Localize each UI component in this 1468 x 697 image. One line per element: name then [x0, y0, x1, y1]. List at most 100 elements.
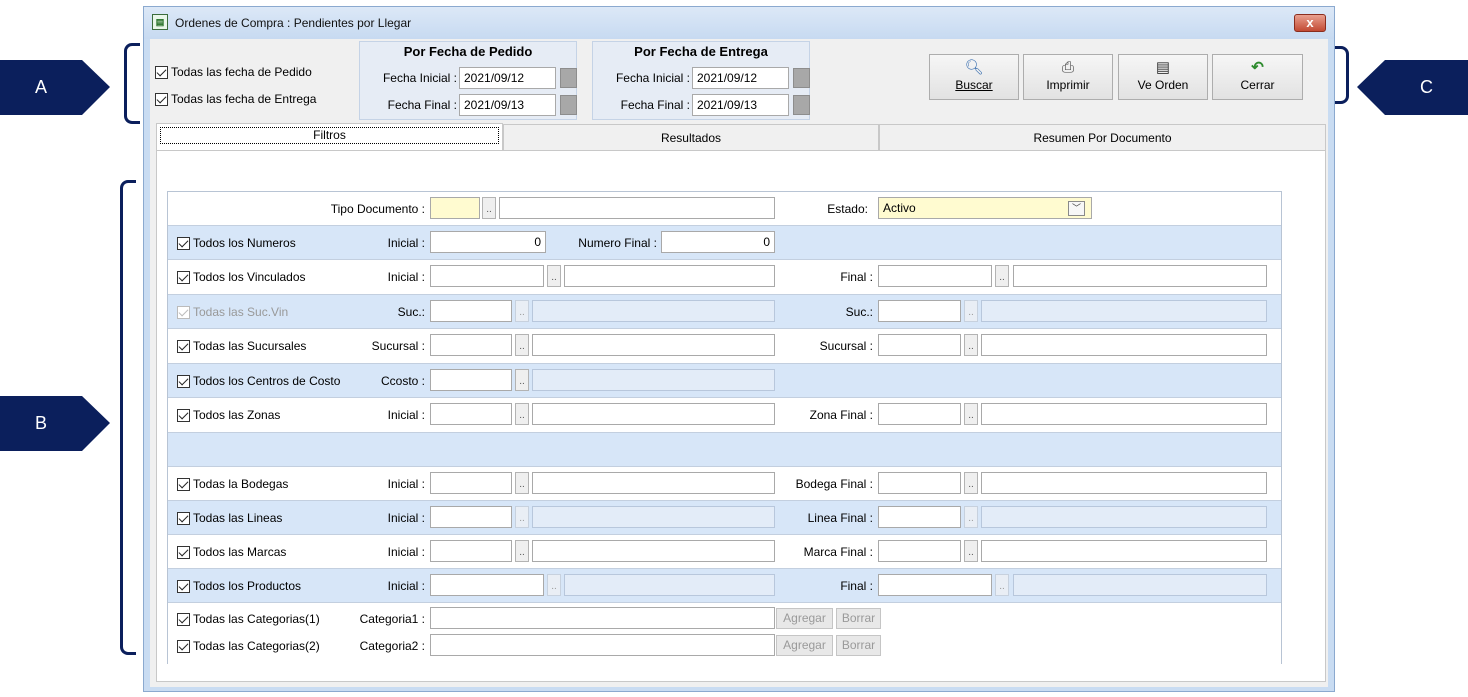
productos-inicial-code[interactable]: [430, 574, 544, 596]
pedido-fecha-inicial-picker[interactable]: [560, 68, 577, 88]
suc-vin-lookup-2[interactable]: ..: [964, 300, 978, 322]
zona-final-desc[interactable]: [981, 403, 1267, 425]
checkbox[interactable]: [177, 639, 190, 653]
callout-a-label: A: [34, 77, 47, 97]
bodega-final-code[interactable]: [878, 472, 961, 494]
tab-resumen-documento[interactable]: Resumen Por Documento: [879, 124, 1326, 152]
checkbox[interactable]: [177, 545, 190, 559]
vinculados-final-input[interactable]: [878, 265, 992, 287]
close-button[interactable]: x: [1294, 14, 1326, 32]
chk-todos-vinculados[interactable]: Todos los Vinculados: [177, 270, 306, 284]
marcas-inicial-desc[interactable]: [532, 540, 775, 562]
suc-vin-lookup-1[interactable]: ..: [515, 300, 529, 322]
bodegas-inicial-lookup[interactable]: ..: [515, 472, 529, 494]
entrega-fecha-inicial-picker[interactable]: [793, 68, 810, 88]
sucursal-desc-2[interactable]: [981, 334, 1267, 356]
sucursal-lookup-1[interactable]: ..: [515, 334, 529, 356]
chk-todos-productos[interactable]: Todos los Productos: [177, 579, 301, 593]
numeros-inicial-input[interactable]: 0: [430, 231, 546, 253]
vinculados-inicial-desc[interactable]: [564, 265, 775, 287]
lineas-inicial-code[interactable]: [430, 506, 512, 528]
entrega-fecha-final-input[interactable]: 2021/09/13: [692, 94, 789, 116]
estado-select[interactable]: Activo ﹀: [878, 197, 1092, 219]
linea-final-code[interactable]: [878, 506, 961, 528]
tipo-documento-lookup-button[interactable]: ..: [482, 197, 496, 219]
cerrar-button[interactable]: ↶ Cerrar: [1212, 54, 1303, 100]
productos-final-code[interactable]: [878, 574, 992, 596]
chk-todas-sucursales[interactable]: Todas las Sucursales: [177, 339, 306, 353]
productos-final-lookup[interactable]: ..: [995, 574, 1009, 596]
suc-vin-code-1[interactable]: [430, 300, 512, 322]
checkbox[interactable]: [177, 511, 190, 525]
categoria2-borrar-button[interactable]: Borrar: [836, 635, 881, 656]
chk-todas-fecha-entrega[interactable]: Todas las fecha de Entrega: [155, 92, 316, 106]
checkbox[interactable]: [177, 579, 190, 593]
pedido-fecha-inicial-input[interactable]: 2021/09/12: [459, 67, 556, 89]
productos-inicial-lookup[interactable]: ..: [547, 574, 561, 596]
sucursal-code-2[interactable]: [878, 334, 961, 356]
zonas-inicial-lookup[interactable]: ..: [515, 403, 529, 425]
buscar-button[interactable]: 🔍︎ Buscar: [929, 54, 1019, 100]
zona-final-code[interactable]: [878, 403, 961, 425]
categoria2-input[interactable]: [430, 634, 775, 656]
checkbox[interactable]: [177, 612, 190, 626]
marca-final-code[interactable]: [878, 540, 961, 562]
tab-filtros[interactable]: Filtros: [156, 123, 503, 152]
checkbox[interactable]: [155, 92, 168, 106]
sucursal-code-1[interactable]: [430, 334, 512, 356]
ve-orden-button[interactable]: ▤ Ve Orden: [1118, 54, 1208, 100]
marca-final-desc[interactable]: [981, 540, 1267, 562]
pedido-fecha-final-picker[interactable]: [560, 95, 577, 115]
linea-final-lookup[interactable]: ..: [964, 506, 978, 528]
pedido-fecha-final-input[interactable]: 2021/09/13: [459, 94, 556, 116]
checkbox[interactable]: [177, 236, 190, 250]
ccosto-code[interactable]: [430, 369, 512, 391]
checkbox[interactable]: [155, 65, 168, 79]
chk-todos-numeros[interactable]: Todos los Numeros: [177, 236, 296, 250]
bodegas-inicial-code[interactable]: [430, 472, 512, 494]
chk-todos-zonas[interactable]: Todos las Zonas: [177, 408, 280, 422]
bodega-final-desc[interactable]: [981, 472, 1267, 494]
numero-final-input[interactable]: 0: [661, 231, 775, 253]
imprimir-button[interactable]: ⎙ Imprimir: [1023, 54, 1113, 100]
bodega-final-lookup[interactable]: ..: [964, 472, 978, 494]
checkbox[interactable]: [177, 408, 190, 422]
zonas-inicial-desc[interactable]: [532, 403, 775, 425]
entrega-fecha-final-picker[interactable]: [793, 95, 810, 115]
vinculados-inicial-lookup[interactable]: ..: [547, 265, 561, 287]
categoria1-agregar-button[interactable]: Agregar: [776, 608, 833, 629]
chk-todas-fecha-pedido[interactable]: Todas las fecha de Pedido: [155, 65, 312, 79]
chk-todos-centros-costo[interactable]: Todos los Centros de Costo: [177, 374, 340, 388]
marcas-inicial-code[interactable]: [430, 540, 512, 562]
vinculados-final-lookup[interactable]: ..: [995, 265, 1009, 287]
zonas-inicial-code[interactable]: [430, 403, 512, 425]
chk-todas-lineas[interactable]: Todas las Lineas: [177, 511, 282, 525]
chevron-down-icon[interactable]: ﹀: [1068, 201, 1085, 216]
tab-resultados[interactable]: Resultados: [503, 124, 879, 152]
checkbox[interactable]: [177, 270, 190, 284]
bodegas-inicial-desc[interactable]: [532, 472, 775, 494]
categoria1-input[interactable]: [430, 607, 775, 629]
marca-final-lookup[interactable]: ..: [964, 540, 978, 562]
vinculados-final-desc[interactable]: [1013, 265, 1267, 287]
checkbox[interactable]: [177, 339, 190, 353]
lineas-inicial-lookup[interactable]: ..: [515, 506, 529, 528]
checkbox[interactable]: [177, 374, 190, 388]
tipo-documento-desc-input[interactable]: [499, 197, 775, 219]
categoria2-agregar-button[interactable]: Agregar: [776, 635, 833, 656]
sucursal-desc-1[interactable]: [532, 334, 775, 356]
checkbox[interactable]: [177, 477, 190, 491]
categoria1-borrar-button[interactable]: Borrar: [836, 608, 881, 629]
chk-todas-bodegas[interactable]: Todas la Bodegas: [177, 477, 288, 491]
suc-vin-code-2[interactable]: [878, 300, 961, 322]
tipo-documento-code-input[interactable]: [430, 197, 480, 219]
entrega-fecha-inicial-input[interactable]: 2021/09/12: [692, 67, 789, 89]
zona-final-lookup[interactable]: ..: [964, 403, 978, 425]
chk-todas-categorias-1[interactable]: Todas las Categorias(1): [177, 612, 320, 626]
chk-todas-categorias-2[interactable]: Todas las Categorias(2): [177, 639, 320, 653]
marcas-inicial-lookup[interactable]: ..: [515, 540, 529, 562]
chk-todos-marcas[interactable]: Todos las Marcas: [177, 545, 286, 559]
vinculados-inicial-input[interactable]: [430, 265, 544, 287]
ccosto-lookup[interactable]: ..: [515, 369, 529, 391]
sucursal-lookup-2[interactable]: ..: [964, 334, 978, 356]
